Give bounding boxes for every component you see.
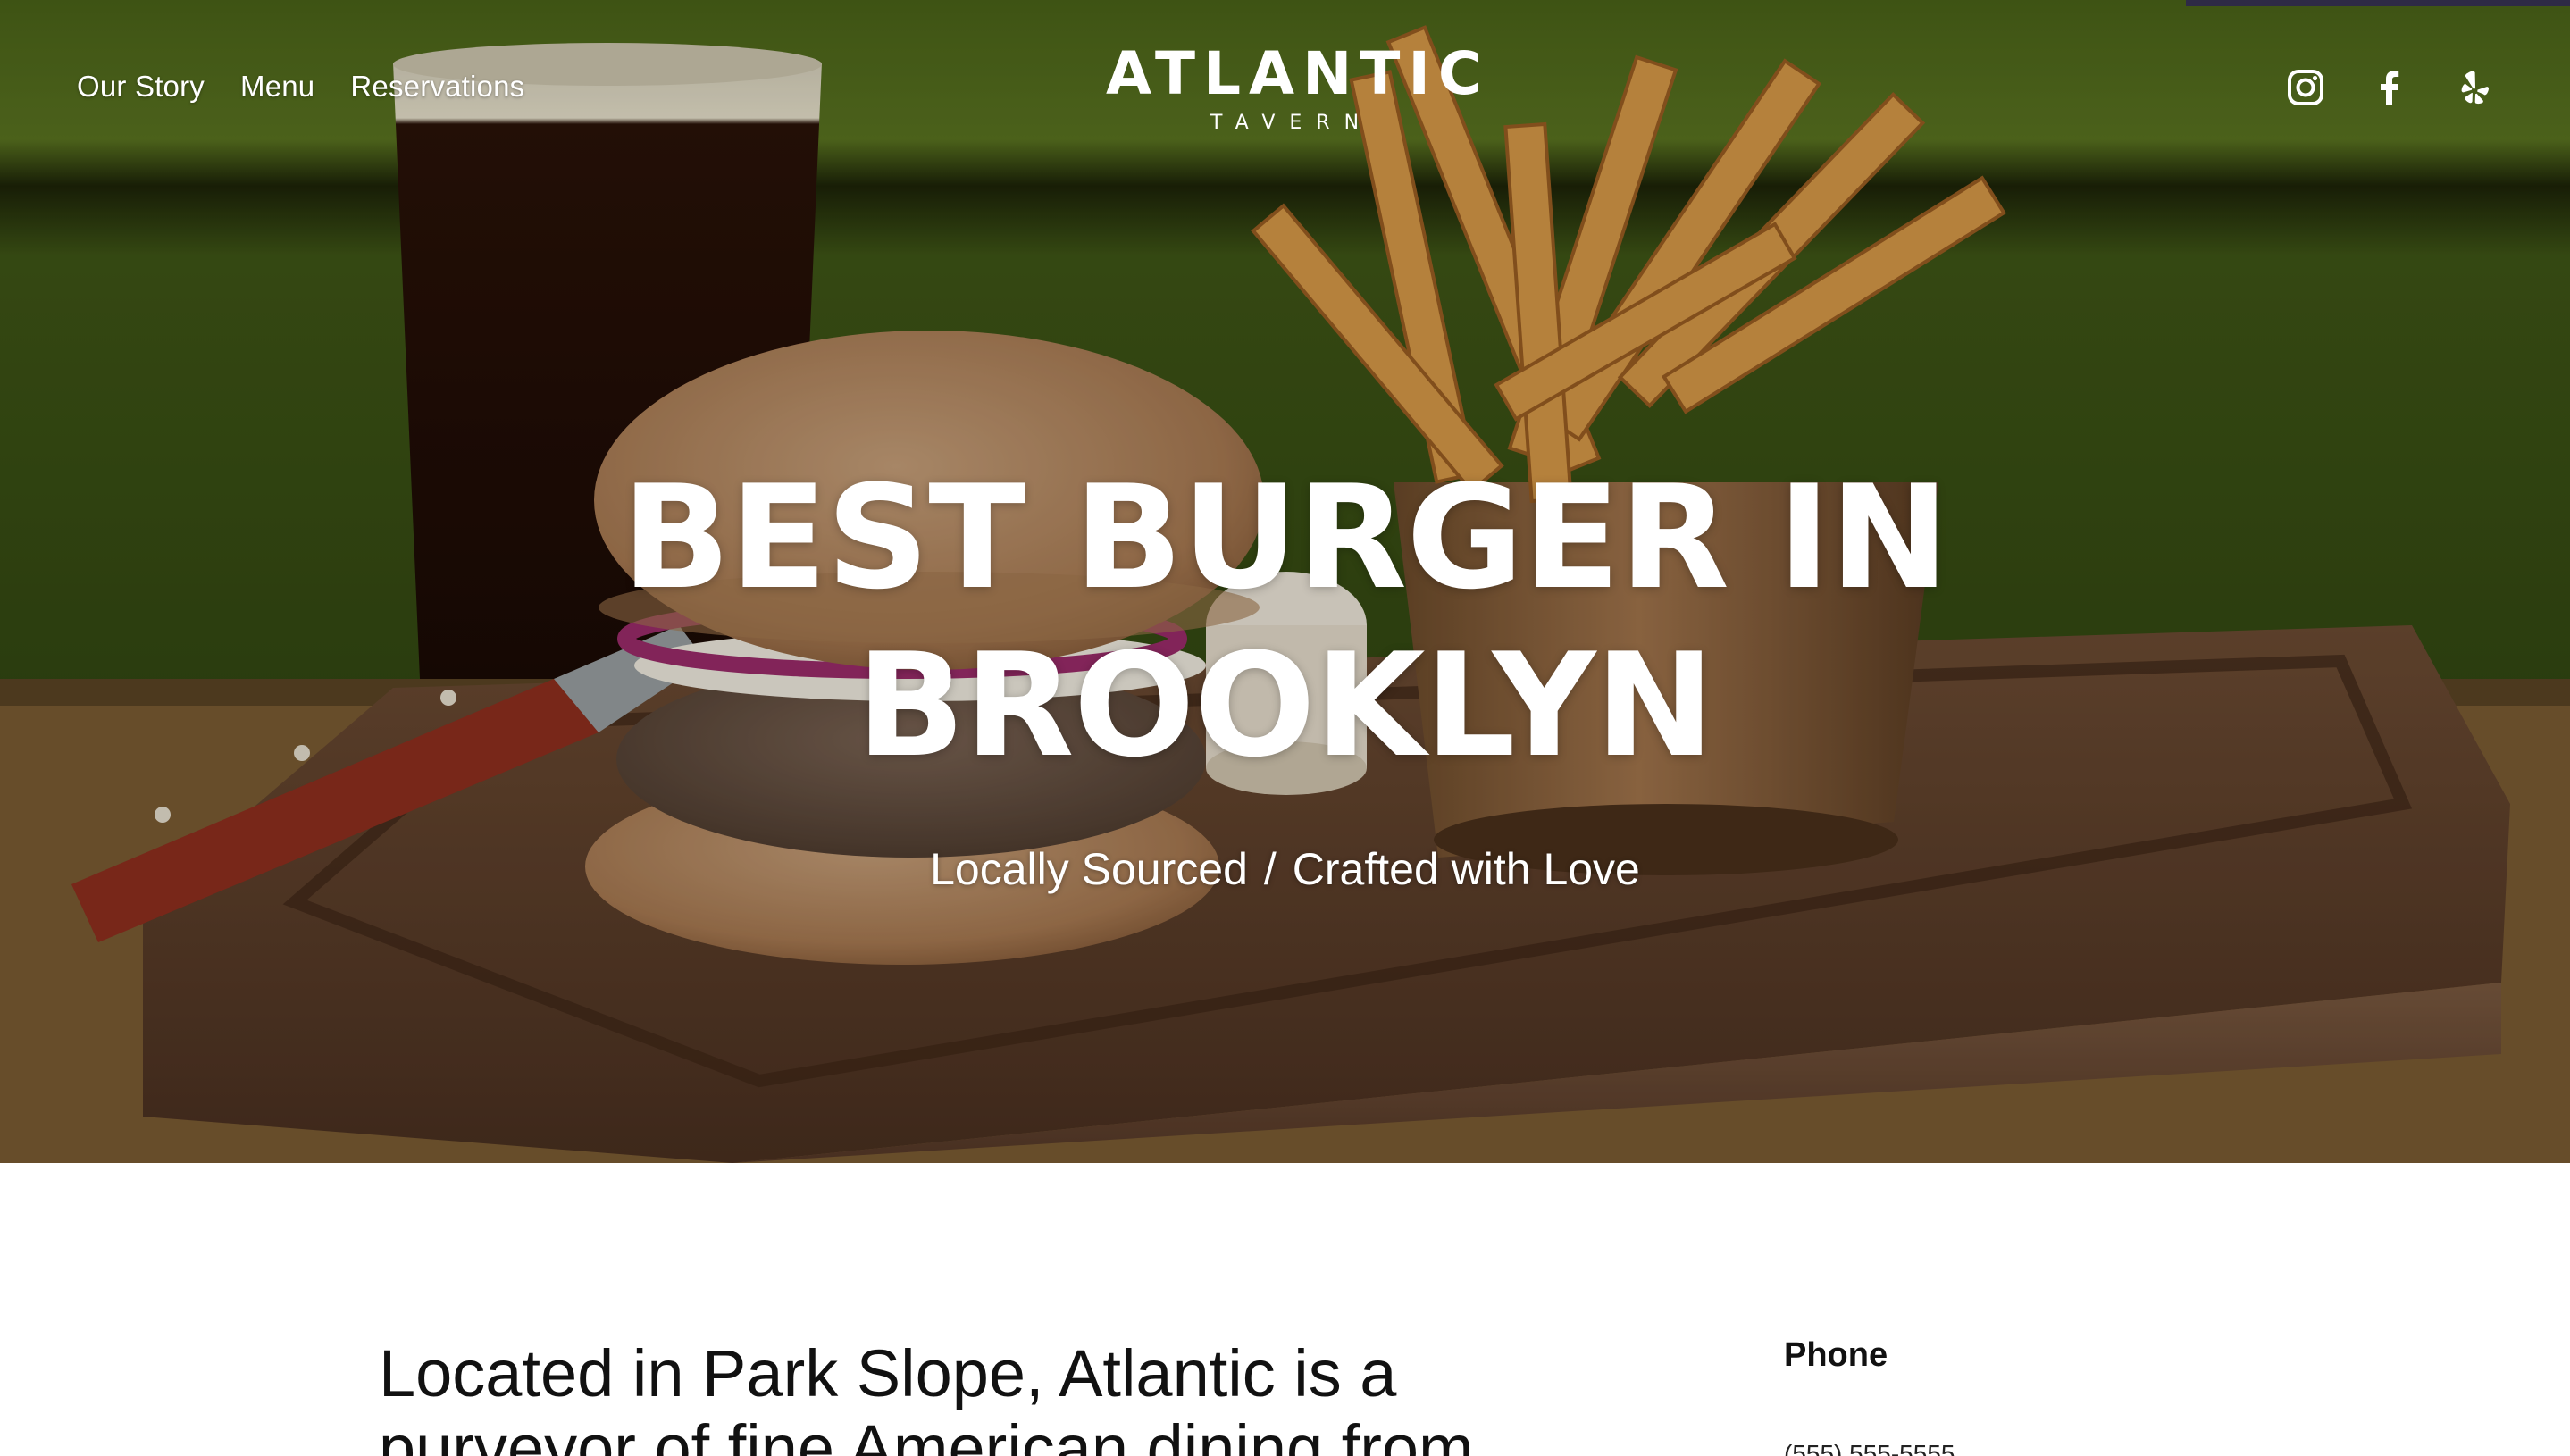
hero-section: Our Story Menu Reservations ATLANTIC TAV…: [0, 0, 2570, 1163]
nav-link-reservations[interactable]: Reservations: [350, 70, 524, 104]
instagram-icon: [2288, 70, 2323, 105]
nav-link-our-story[interactable]: Our Story: [77, 70, 205, 104]
social-links: [2286, 68, 2493, 107]
phone-number-link[interactable]: (555) 555-5555: [1784, 1440, 1955, 1456]
hero-subtitle-crafted: Crafted with Love: [1292, 844, 1640, 894]
hero-subtitle-sourced: Locally Sourced: [930, 844, 1248, 894]
hero-headline-line-1: BEST BURGER IN: [621, 454, 1949, 621]
hero-headline-line-2: BROOKLYN: [856, 622, 1715, 789]
hero-subtitle: Locally Sourced / Crafted with Love: [536, 843, 2034, 895]
phone-label: Phone: [1784, 1336, 1888, 1374]
intro-paragraph: Located in Park Slope, Atlantic is a pur…: [379, 1336, 1474, 1456]
page: Our Story Menu Reservations ATLANTIC TAV…: [0, 0, 2570, 1456]
yelp-link[interactable]: [2454, 68, 2493, 107]
top-accent-bar: [2186, 0, 2570, 6]
hero-headline: BEST BURGER IN BROOKLYN: [536, 454, 2034, 790]
nav-link-menu[interactable]: Menu: [240, 70, 314, 104]
logo-name: ATLANTIC: [1106, 39, 1490, 108]
site-logo[interactable]: ATLANTIC TAVERN: [1106, 39, 1490, 134]
yelp-icon: [2461, 71, 2490, 105]
logo-tagline: TAVERN: [1210, 112, 1374, 134]
facebook-icon: [2381, 71, 2399, 105]
hero-subtitle-separator: /: [1263, 844, 1277, 894]
instagram-link[interactable]: [2286, 68, 2325, 107]
main-nav: Our Story Menu Reservations: [77, 70, 524, 104]
facebook-link[interactable]: [2370, 68, 2409, 107]
